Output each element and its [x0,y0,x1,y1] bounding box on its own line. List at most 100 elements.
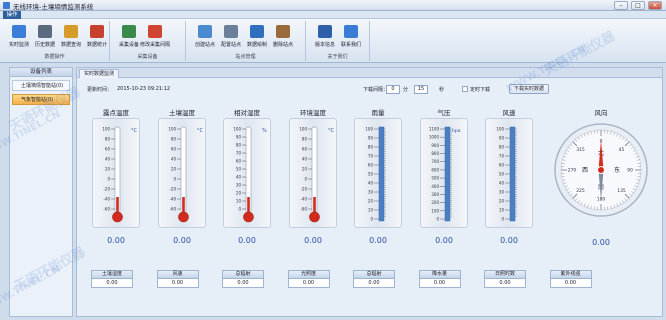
gauge-tick-label: 100 [102,127,110,132]
gauge-tick-label: 70 [368,154,374,159]
gauge-scale: 110010009008007006005004003002001000hpa [429,127,461,222]
gauge-tick-label: 90 [236,135,242,140]
stat-value: 0.00 [91,279,133,288]
tab-realtime-monitor[interactable]: 实时数据监测 [79,69,120,78]
gauge-6: 风速 100 90 80 70 60 50 40 30 20 10 0 0.00 [485,108,533,245]
gauge-tick-label: 60 [236,159,242,164]
download-interval-label: 下载间隔： [363,87,389,93]
gauge-card: 100 90 80 70 60 50 40 30 20 10 0 [354,118,402,228]
update-time-value: 2015-10-23 09:21:12 [117,86,171,92]
gauge-0: 露点温度 100 80 60 40 20 0 -20 -40 -60 °C 0.00 [92,108,140,245]
gauge-label: 相对湿度 [234,109,260,117]
compass-dir-e: 东 [614,166,620,174]
gauge-3: 环境温度 100 80 60 40 20 0 -20 -40 -60 °C 0.00 [289,108,337,245]
gauge-tick-label: 80 [236,143,242,148]
stat-box-0: 土壤湿度 0.00 [91,270,133,290]
interval-minutes-input[interactable]: 0 [386,85,400,94]
stat-value: 0.00 [418,279,461,288]
gauge-tick-label: 50 [368,172,374,177]
gauge-tick-label: 200 [431,200,439,205]
gauge-tick-label: 30 [499,190,505,195]
stat-value: 0.00 [222,279,264,288]
gauge-tick-label: 20 [236,191,242,196]
gauge-value: 0.00 [107,236,125,245]
wind-direction-value: 0.00 [592,238,610,247]
gauge-label: 风速 [502,109,516,117]
minutes-unit: 分 [403,87,409,93]
gauge-tick-label: -60 [103,207,110,212]
gauge-4: 雨量 100 90 80 70 60 50 40 30 20 10 0 0.00 [354,108,402,245]
ribbon-group-title: 站点管理 [235,54,256,60]
ribbon-button-label: 删除站点 [272,42,293,48]
gauge-tick-label: 80 [105,137,111,142]
stat-box-5: 降水量 0.00 [418,270,461,290]
title-bar: 无线环境-土壤墒情监测系统 – □ × [0,0,666,11]
gauge-unit: °C [197,128,204,134]
stat-label: 总辐射 [222,270,264,279]
close-button[interactable]: × [648,1,662,10]
stat-box-3: 光照度 0.00 [287,270,330,290]
gauge-scale: 100 80 60 40 20 0 -20 -40 -60 °C [168,127,204,223]
gauge-value: 0.00 [304,236,322,245]
gauge-tick-label: 90 [368,136,374,141]
ribbon-group-0: 实时监测 历史数据 数据查询 数据统计 数据操作 [0,21,110,61]
ribbon-group-3: 版本信息 联系我们 关于我们 [306,21,370,61]
ribbon-group-title: 关于我们 [327,54,348,60]
gauge-tick-label: 900 [431,143,439,148]
ribbon-button-1-1[interactable]: 修改采集间隔 [140,24,170,52]
gauge-tick-label: 30 [368,190,374,195]
ribbon-button-2-3[interactable]: 删除站点 [268,24,298,52]
gauge-tick-label: 0 [370,217,373,222]
gauge-unit: % [262,128,267,134]
gauge-label: 环境温度 [300,109,326,117]
gauge-tick-label: 80 [302,137,308,142]
gauge-label: 雨量 [371,109,385,117]
gauge-tick-label: 500 [431,176,439,181]
compass-tick-label: 45 [619,147,625,153]
gauge-tick-label: 100 [365,127,373,132]
version-icon [318,25,332,38]
update-time-label: 更新时间： [87,87,113,93]
gauge-unit: hpa [452,128,461,134]
ribbon-button-0-3[interactable]: 数据统计 [82,24,112,52]
stat-box-4: 总辐射 0.00 [353,270,395,290]
gauge-tick-label: 60 [302,147,308,152]
app-icon [3,2,10,9]
gauge-label: 露点温度 [103,109,129,117]
gauge-card: 1100 1000 900 800 700 600 500 400 300 200 100 0 hpa [420,118,468,228]
gauge-1: 土壤温度 100 80 60 40 20 0 -20 -40 -60 °C 0.00 [158,108,206,245]
auto-download-label: 定时下载 [470,87,491,93]
maximize-button[interactable]: □ [631,1,645,10]
gauge-tick-label: 0 [501,217,504,222]
gauge-tick-label: 700 [431,159,439,164]
stat-value: 0.00 [549,279,592,288]
gauge-tick-label: 0 [238,207,241,212]
monitor-icon [12,25,26,38]
gauge-unit: °C [131,128,138,134]
contact-icon [344,25,358,38]
auto-download-checkbox[interactable] [462,86,468,92]
compass-tick-label: 135 [617,188,626,194]
minimize-button[interactable]: – [614,1,628,10]
stat-label: 光照度 [287,270,330,279]
gauge-tick-label: 10 [499,208,505,213]
menu-tab-operate[interactable]: 操作 [3,11,21,19]
gauge-unit: °C [328,128,335,134]
gauge-tick-label: 1100 [429,127,440,132]
gauge-value: 0.00 [173,236,191,245]
gauge-scale: 100 80 60 40 20 0 -20 -40 -60 °C [299,127,335,223]
gauge-tick-label: 60 [499,163,505,168]
gauge-label: 气压 [437,109,451,117]
gauge-tick-label: 70 [499,154,505,159]
gauge-tick-label: 10 [368,208,374,213]
ribbon-button-3-1[interactable]: 联系我们 [336,24,366,52]
gauge-value: 0.00 [369,236,387,245]
gauge-tick-label: -20 [103,187,110,192]
gauge-tick-label: 30 [236,183,242,188]
stat-label: 总辐射 [353,270,395,279]
gauge-tick-label: 40 [171,157,177,162]
gauge-tick-label: 50 [499,172,505,177]
printer-icon [38,25,52,38]
interval-seconds-input[interactable]: 15 [414,85,428,94]
compass-tick-label: 90 [627,168,633,174]
